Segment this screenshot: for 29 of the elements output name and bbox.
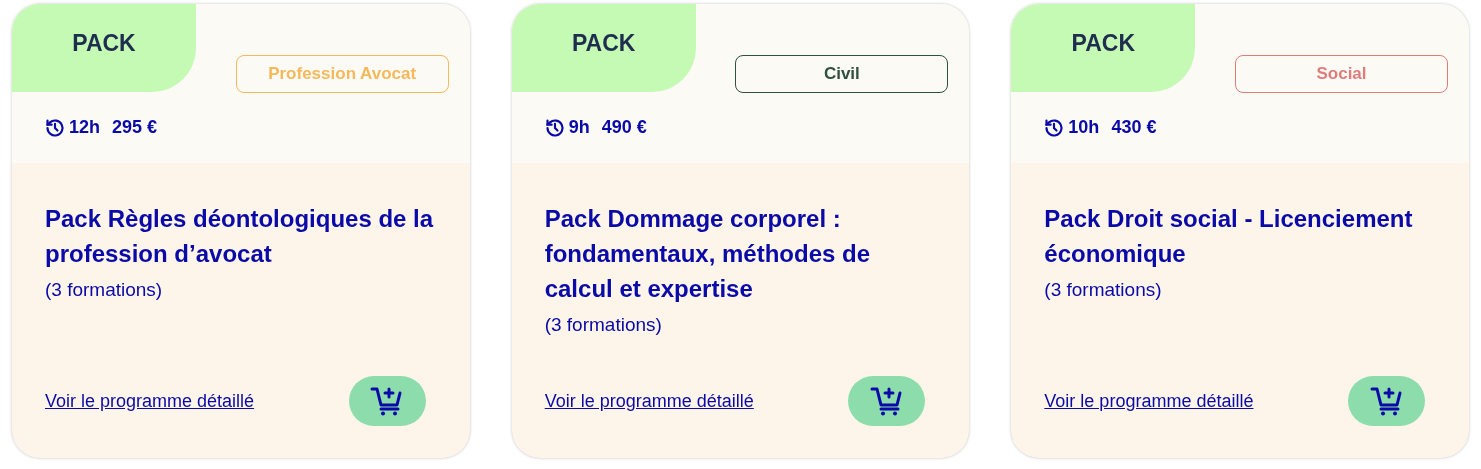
add-to-cart-button[interactable] (848, 376, 926, 426)
formation-count: (3 formations) (544, 314, 663, 336)
pack-badge: PACK (12, 4, 196, 92)
duration-text: 10h (1068, 117, 1100, 138)
cart-plus-icon (1369, 385, 1404, 417)
program-link[interactable]: Voir le programme détaillé (1044, 390, 1254, 412)
pack-badge: PACK (511, 4, 696, 92)
pack-badge: PACK (1011, 4, 1196, 92)
duration-text: 12h (69, 117, 101, 138)
category-tag: Social (1235, 55, 1448, 93)
cart-plus-icon (869, 385, 904, 417)
category-tag: Civil (735, 55, 949, 93)
history-icon (544, 117, 565, 138)
formation-count: (3 formations) (45, 279, 164, 301)
history-icon (45, 117, 65, 138)
history-icon (1044, 117, 1065, 138)
duration-text: 9h (568, 117, 590, 138)
course-title: Pack Règles déontologiques de la profession d’avocat (45, 204, 435, 269)
course-title: Pack Droit social - Licenciement économique (1044, 204, 1414, 269)
program-link[interactable]: Voir le programme détaillé (45, 390, 255, 412)
price-text: 490 € (601, 117, 647, 138)
price-text: 295 € (112, 117, 158, 138)
program-link[interactable]: Voir le programme détaillé (544, 390, 754, 412)
price-text: 430 € (1111, 117, 1157, 138)
course-title: Pack Dommage corporel : fondamentaux, méthodes de calcul et expertise (544, 204, 872, 304)
category-tag: Profession Avocat (235, 55, 449, 93)
formation-count: (3 formations) (1044, 279, 1163, 301)
add-to-cart-button[interactable] (1348, 376, 1425, 426)
add-to-cart-button[interactable] (348, 376, 426, 426)
